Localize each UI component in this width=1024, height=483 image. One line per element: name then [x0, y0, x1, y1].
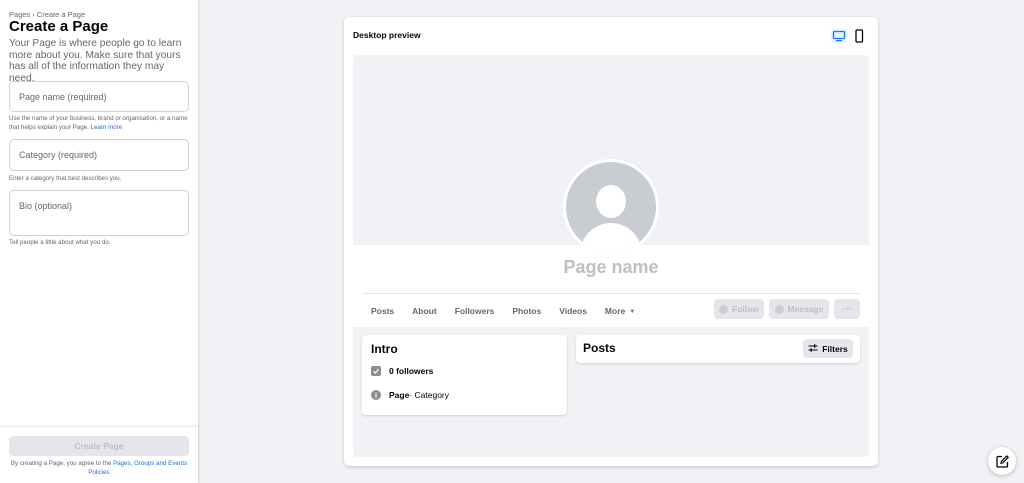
- info-icon: [371, 390, 381, 400]
- bio-input[interactable]: Bio (optional): [9, 190, 189, 236]
- desktop-icon[interactable]: [831, 29, 847, 43]
- tab-more[interactable]: More ▼: [605, 306, 635, 316]
- followers-row: 0 followers: [371, 366, 433, 376]
- avatar-placeholder-icon: [566, 162, 656, 252]
- sidebar-footer: Create Page By creating a Page, you agre…: [0, 426, 198, 483]
- page-info-row: Page · Category: [371, 390, 449, 400]
- preview-tabs: Posts About Followers Photos Videos More…: [362, 301, 644, 321]
- page-title: Create a Page: [9, 18, 109, 35]
- posts-title: Posts: [583, 341, 616, 355]
- preview-page-name: Page name: [563, 257, 659, 277]
- terms-prefix: By creating a Page, you agree to the: [10, 460, 112, 467]
- page-name-placeholder: Page name (required): [19, 92, 107, 102]
- bio-placeholder: Bio (optional): [19, 201, 73, 211]
- category-placeholder: Category (required): [19, 150, 98, 160]
- message-label: Message: [787, 304, 824, 314]
- intro-text: Your Page is where people go to learn mo…: [9, 38, 182, 84]
- tab-about[interactable]: About: [412, 306, 437, 316]
- filters-icon: [808, 344, 818, 352]
- filters-button[interactable]: Filters: [803, 339, 853, 358]
- tab-videos[interactable]: Videos: [559, 306, 587, 316]
- page-name-help: Use the name of your business, brand or …: [9, 115, 189, 132]
- intro-title: Intro: [371, 342, 398, 356]
- filters-label: Filters: [822, 343, 848, 354]
- more-actions-button[interactable]: ···: [834, 299, 860, 319]
- category-label: · Category: [409, 390, 450, 400]
- avatar: [563, 159, 659, 255]
- caret-down-icon: ▼: [629, 309, 636, 315]
- preview-title: Desktop preview: [353, 30, 421, 40]
- bio-help: Tell people a little about what you do.: [9, 239, 111, 246]
- followers-check-icon: [371, 366, 381, 376]
- category-help: Enter a category that best describes you…: [9, 175, 122, 182]
- create-page-button[interactable]: Create Page: [9, 436, 189, 456]
- terms-text: By creating a Page, you agree to the Pag…: [9, 460, 189, 477]
- messenger-icon: [774, 304, 784, 314]
- category-input[interactable]: Category (required): [9, 139, 189, 171]
- tab-posts[interactable]: Posts: [371, 306, 394, 316]
- follow-button[interactable]: Follow: [714, 299, 764, 319]
- page-label: Page: [389, 390, 410, 400]
- compose-icon: [995, 454, 1009, 468]
- message-button[interactable]: Message: [769, 299, 829, 319]
- page-name-input[interactable]: Page name (required): [9, 81, 189, 112]
- follow-icon: [719, 304, 729, 314]
- page-preview: Page name Posts About Followers Photos V…: [353, 55, 869, 457]
- tab-more-label: More: [604, 306, 626, 316]
- tab-photos[interactable]: Photos: [512, 306, 541, 316]
- follow-label: Follow: [732, 304, 759, 314]
- followers-count: 0 followers: [389, 366, 434, 376]
- posts-card: Posts Filters: [576, 335, 860, 363]
- intro-card: Intro 0 followers Page · Category: [362, 335, 567, 415]
- learn-more-link[interactable]: Learn more: [91, 124, 123, 131]
- tab-followers[interactable]: Followers: [455, 306, 495, 316]
- preview-card: Desktop preview Page name Posts About Fo…: [344, 17, 878, 466]
- create-page-sidebar: Pages › Create a Page Create a Page Your P…: [0, 0, 198, 483]
- mobile-icon[interactable]: [851, 29, 867, 43]
- compose-button[interactable]: [988, 447, 1016, 475]
- profile-divider: [362, 293, 860, 294]
